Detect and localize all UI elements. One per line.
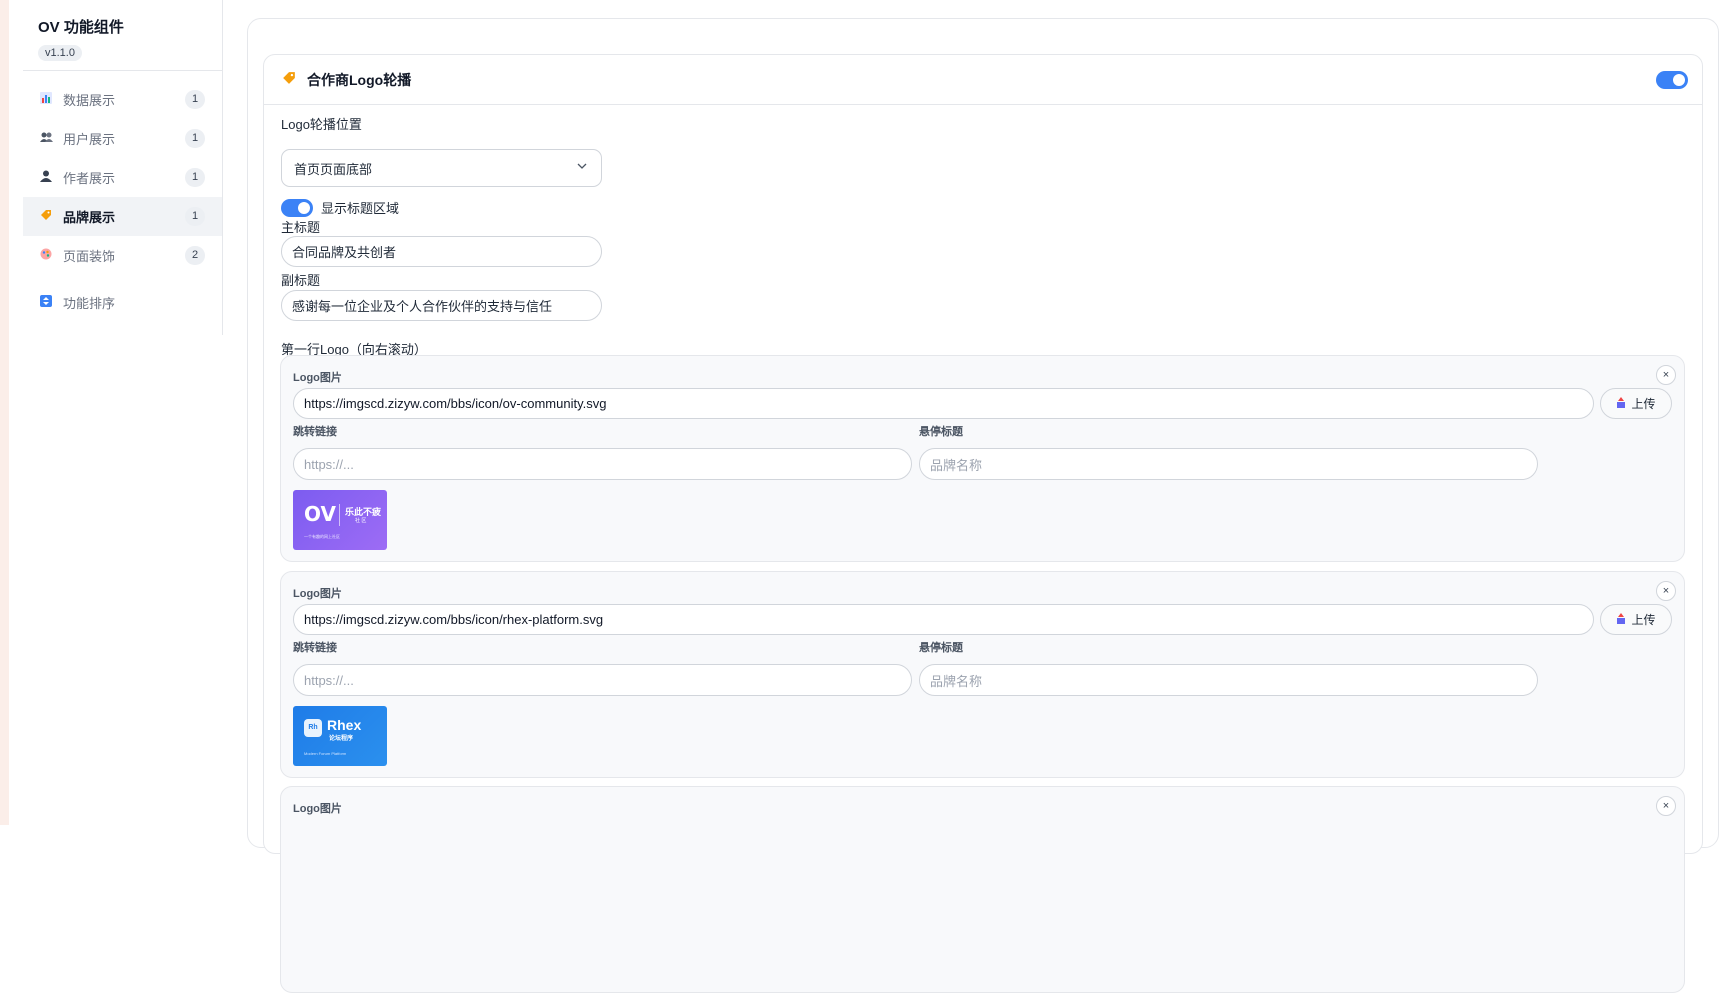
logo-preview-text: OV — [304, 502, 336, 526]
upload-icon — [1616, 396, 1626, 411]
logo-preview: Rh Rhex 论坛程序 Modern Forum Platform — [293, 706, 387, 766]
show-title-toggle[interactable] — [281, 198, 313, 217]
count-badge: 2 — [185, 246, 205, 265]
sidebar-item-label: 数据展示 — [63, 93, 116, 108]
logo-card: Logo图片 × https://imgscd.zizyw.com/bbs/ic… — [280, 355, 1685, 562]
main-title-value: 合同品牌及共创者 — [292, 245, 397, 260]
link-placeholder: https://... — [304, 672, 354, 688]
decoration-icon — [39, 248, 53, 263]
sidebar-item-label: 页面装饰 — [63, 249, 116, 264]
upload-icon — [1616, 612, 1626, 627]
main-title-label: 主标题 — [281, 220, 321, 235]
upload-label: 上传 — [1631, 397, 1656, 411]
link-input[interactable]: https://... — [293, 448, 912, 480]
hover-title-input[interactable]: 品牌名称 — [919, 664, 1538, 696]
sidebar-item-data[interactable]: 数据展示 1 — [23, 80, 222, 119]
sidebar-nav: 数据展示 1 用户展示 1 作者展示 1 品牌展示 1 页面装饰 2 功能排序 — [23, 71, 222, 322]
sidebar-item-decoration[interactable]: 页面装饰 2 — [23, 236, 222, 275]
upload-label: 上传 — [1631, 613, 1656, 627]
sidebar-item-sort[interactable]: 功能排序 — [23, 283, 222, 322]
hover-title-label: 悬停标题 — [919, 426, 963, 438]
users-icon — [39, 131, 53, 146]
sidebar-item-label: 作者展示 — [63, 171, 116, 186]
user-icon — [39, 170, 53, 185]
link-placeholder: https://... — [304, 456, 354, 472]
link-label: 跳转链接 — [293, 642, 337, 654]
hover-title-input[interactable]: 品牌名称 — [919, 448, 1538, 480]
show-title-row: 显示标题区域 — [281, 198, 399, 217]
logo-badge: Rh — [304, 719, 322, 737]
sidebar-item-authors[interactable]: 作者展示 1 — [23, 158, 222, 197]
logo-url-input[interactable]: https://imgscd.zizyw.com/bbs/icon/rhex-p… — [293, 604, 1594, 635]
hover-title-placeholder: 品牌名称 — [930, 673, 983, 689]
show-title-label: 显示标题区域 — [321, 201, 400, 216]
logo-carousel-panel: 合作商Logo轮播 Logo轮播位置 首页页面底部 显示标题区域 主标题 合同品… — [263, 54, 1703, 993]
logo-url-input[interactable]: https://imgscd.zizyw.com/bbs/icon/ov-com… — [293, 388, 1594, 419]
logo-card: Logo图片 × https://imgscd.zizyw.com/bbs/ic… — [280, 571, 1685, 778]
main-title-input[interactable]: 合同品牌及共创者 — [281, 236, 602, 267]
count-badge: 1 — [185, 129, 205, 148]
sidebar: OV 功能组件 v1.1.0 数据展示 1 用户展示 1 作者展示 1 品牌展示… — [23, 0, 223, 335]
subtitle-label: 副标题 — [281, 273, 321, 288]
sidebar-item-label: 功能排序 — [63, 296, 116, 311]
logo-preview-sub-text: 论坛程序 — [329, 736, 354, 742]
version-badge: v1.1.0 — [38, 45, 82, 61]
hover-title-placeholder: 品牌名称 — [930, 457, 983, 473]
logo-image-label: Logo图片 — [293, 372, 342, 384]
sidebar-item-users[interactable]: 用户展示 1 — [23, 119, 222, 158]
panel-title: 合作商Logo轮播 — [307, 71, 412, 88]
logo-preview: OV 乐此不疲 社 区 一个有趣的网上社区 — [293, 490, 387, 550]
logo-card: Logo图片 × — [280, 786, 1685, 993]
panel-enable-toggle[interactable] — [1656, 71, 1688, 89]
sidebar-item-brand[interactable]: 品牌展示 1 — [23, 197, 222, 236]
sidebar-brand: OV 功能组件 v1.1.0 — [23, 0, 222, 71]
sidebar-item-label: 品牌展示 — [63, 210, 116, 225]
logo-preview-sub-text: 社 区 — [355, 518, 367, 524]
link-input[interactable]: https://... — [293, 664, 912, 696]
link-label: 跳转链接 — [293, 426, 337, 438]
position-select-value: 首页页面底部 — [294, 161, 373, 177]
remove-button[interactable]: × — [1656, 796, 1676, 816]
logo-image-label: Logo图片 — [293, 803, 342, 815]
position-select[interactable]: 首页页面底部 — [281, 149, 602, 187]
upload-button[interactable]: 上传 — [1600, 604, 1672, 635]
window-edge — [0, 0, 9, 825]
panel-header: 合作商Logo轮播 — [264, 55, 1702, 105]
position-label: Logo轮播位置 — [281, 117, 362, 132]
bar-chart-icon — [39, 92, 53, 107]
logo-preview-tagline: Modern Forum Platform — [304, 751, 347, 756]
subtitle-value: 感谢每一位企业及个人合作伙伴的支持与信任 — [292, 299, 553, 314]
logo-preview-tagline: 一个有趣的网上社区 — [304, 534, 340, 539]
subtitle-input[interactable]: 感谢每一位企业及个人合作伙伴的支持与信任 — [281, 290, 602, 321]
count-badge: 1 — [185, 90, 205, 109]
sidebar-item-label: 用户展示 — [63, 132, 116, 147]
remove-button[interactable]: × — [1656, 581, 1676, 601]
logo-preview-text: Rhex — [327, 717, 362, 733]
count-badge: 1 — [185, 168, 205, 187]
tag-icon — [282, 71, 296, 88]
hover-title-label: 悬停标题 — [919, 642, 963, 654]
tag-icon — [39, 209, 53, 224]
logo-url-value: https://imgscd.zizyw.com/bbs/icon/rhex-p… — [304, 612, 604, 627]
logo-url-value: https://imgscd.zizyw.com/bbs/icon/ov-com… — [304, 396, 607, 411]
chevron-down-icon — [577, 160, 587, 174]
upload-button[interactable]: 上传 — [1600, 388, 1672, 419]
app-title: OV 功能组件 — [38, 19, 124, 36]
count-badge: 1 — [185, 207, 205, 226]
remove-button[interactable]: × — [1656, 365, 1676, 385]
logo-divider — [339, 504, 340, 526]
sort-icon — [39, 295, 53, 310]
logo-image-label: Logo图片 — [293, 588, 342, 600]
